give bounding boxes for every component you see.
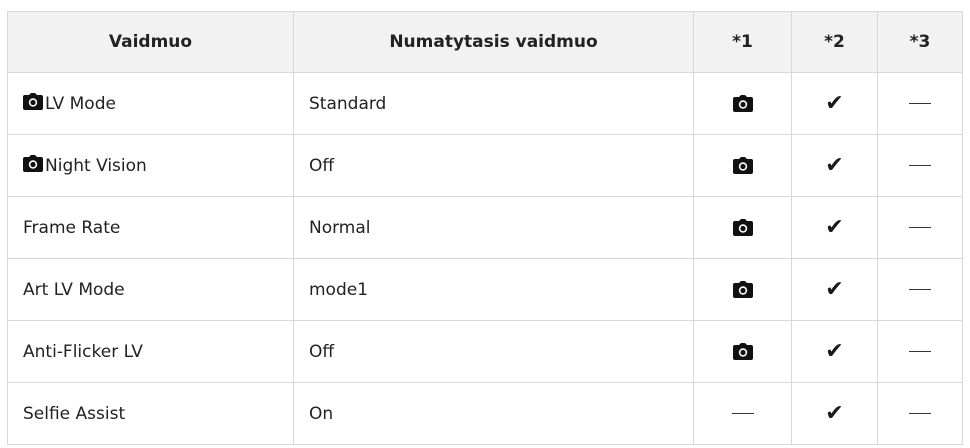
dash-icon <box>909 350 931 353</box>
header-c2: *2 <box>791 11 878 73</box>
dash-icon <box>909 164 931 167</box>
table-row: Frame Rate Normal ✔ <box>7 196 963 259</box>
check-icon: ✔ <box>825 215 844 240</box>
dash-icon <box>909 412 931 415</box>
cell-mode: LV Mode <box>7 72 294 135</box>
camera-icon <box>732 94 753 114</box>
dash-icon <box>731 412 754 415</box>
camera-icon <box>732 156 753 176</box>
mode-label: Frame Rate <box>23 217 121 238</box>
cell-c1 <box>693 196 792 259</box>
dash-icon <box>909 102 931 105</box>
cell-c2: ✔ <box>791 382 878 445</box>
header-c1: *1 <box>693 11 792 73</box>
cell-c2: ✔ <box>791 320 878 383</box>
cell-default: On <box>293 382 694 445</box>
cell-c3 <box>877 196 963 259</box>
cell-c1 <box>693 258 792 321</box>
cell-mode: Frame Rate <box>7 196 294 259</box>
table-row: LV Mode Standard ✔ <box>7 72 963 135</box>
header-c3: *3 <box>877 11 963 73</box>
cell-default: Normal <box>293 196 694 259</box>
cell-mode: Anti-Flicker LV <box>7 320 294 383</box>
table-row: Night Vision Off ✔ <box>7 134 963 197</box>
camera-icon <box>23 155 45 176</box>
cell-c2: ✔ <box>791 258 878 321</box>
cell-c2: ✔ <box>791 134 878 197</box>
mode-label: Night Vision <box>45 155 147 176</box>
camera-icon <box>23 93 45 114</box>
cell-c3 <box>877 258 963 321</box>
header-default: Numatytasis vaidmuo <box>293 11 694 73</box>
check-icon: ✔ <box>825 153 844 178</box>
cell-c3 <box>877 72 963 135</box>
dash-icon <box>909 288 931 291</box>
check-icon: ✔ <box>825 339 844 364</box>
cell-c1 <box>693 72 792 135</box>
cell-c3 <box>877 382 963 445</box>
table-row: Selfie Assist On ✔ <box>7 382 963 445</box>
cell-mode: Art LV Mode <box>7 258 294 321</box>
dash-icon <box>909 226 931 229</box>
cell-c3 <box>877 134 963 197</box>
cell-default: Off <box>293 134 694 197</box>
check-icon: ✔ <box>825 91 844 116</box>
camera-icon <box>732 342 753 362</box>
settings-table: Vaidmuo Numatytasis vaidmuo *1 *2 *3 LV … <box>7 11 963 445</box>
mode-label: LV Mode <box>45 93 116 114</box>
cell-mode: Selfie Assist <box>7 382 294 445</box>
cell-default: Off <box>293 320 694 383</box>
check-icon: ✔ <box>825 401 844 426</box>
table-body: LV Mode Standard ✔ Night Vision Off ✔ Frame Ra… <box>7 72 963 445</box>
cell-c1 <box>693 134 792 197</box>
mode-label: Art LV Mode <box>23 279 125 300</box>
check-icon: ✔ <box>825 277 844 302</box>
cell-c1 <box>693 320 792 383</box>
mode-label: Selfie Assist <box>23 403 126 424</box>
table-row: Art LV Mode mode1 ✔ <box>7 258 963 321</box>
header-row: Vaidmuo Numatytasis vaidmuo *1 *2 *3 <box>7 11 963 73</box>
cell-c2: ✔ <box>791 196 878 259</box>
cell-mode: Night Vision <box>7 134 294 197</box>
mode-label: Anti-Flicker LV <box>23 341 143 362</box>
cell-default: mode1 <box>293 258 694 321</box>
cell-c1 <box>693 382 792 445</box>
table-row: Anti-Flicker LV Off ✔ <box>7 320 963 383</box>
cell-default: Standard <box>293 72 694 135</box>
camera-icon <box>732 280 753 300</box>
header-mode: Vaidmuo <box>7 11 294 73</box>
cell-c2: ✔ <box>791 72 878 135</box>
cell-c3 <box>877 320 963 383</box>
camera-icon <box>732 218 753 238</box>
